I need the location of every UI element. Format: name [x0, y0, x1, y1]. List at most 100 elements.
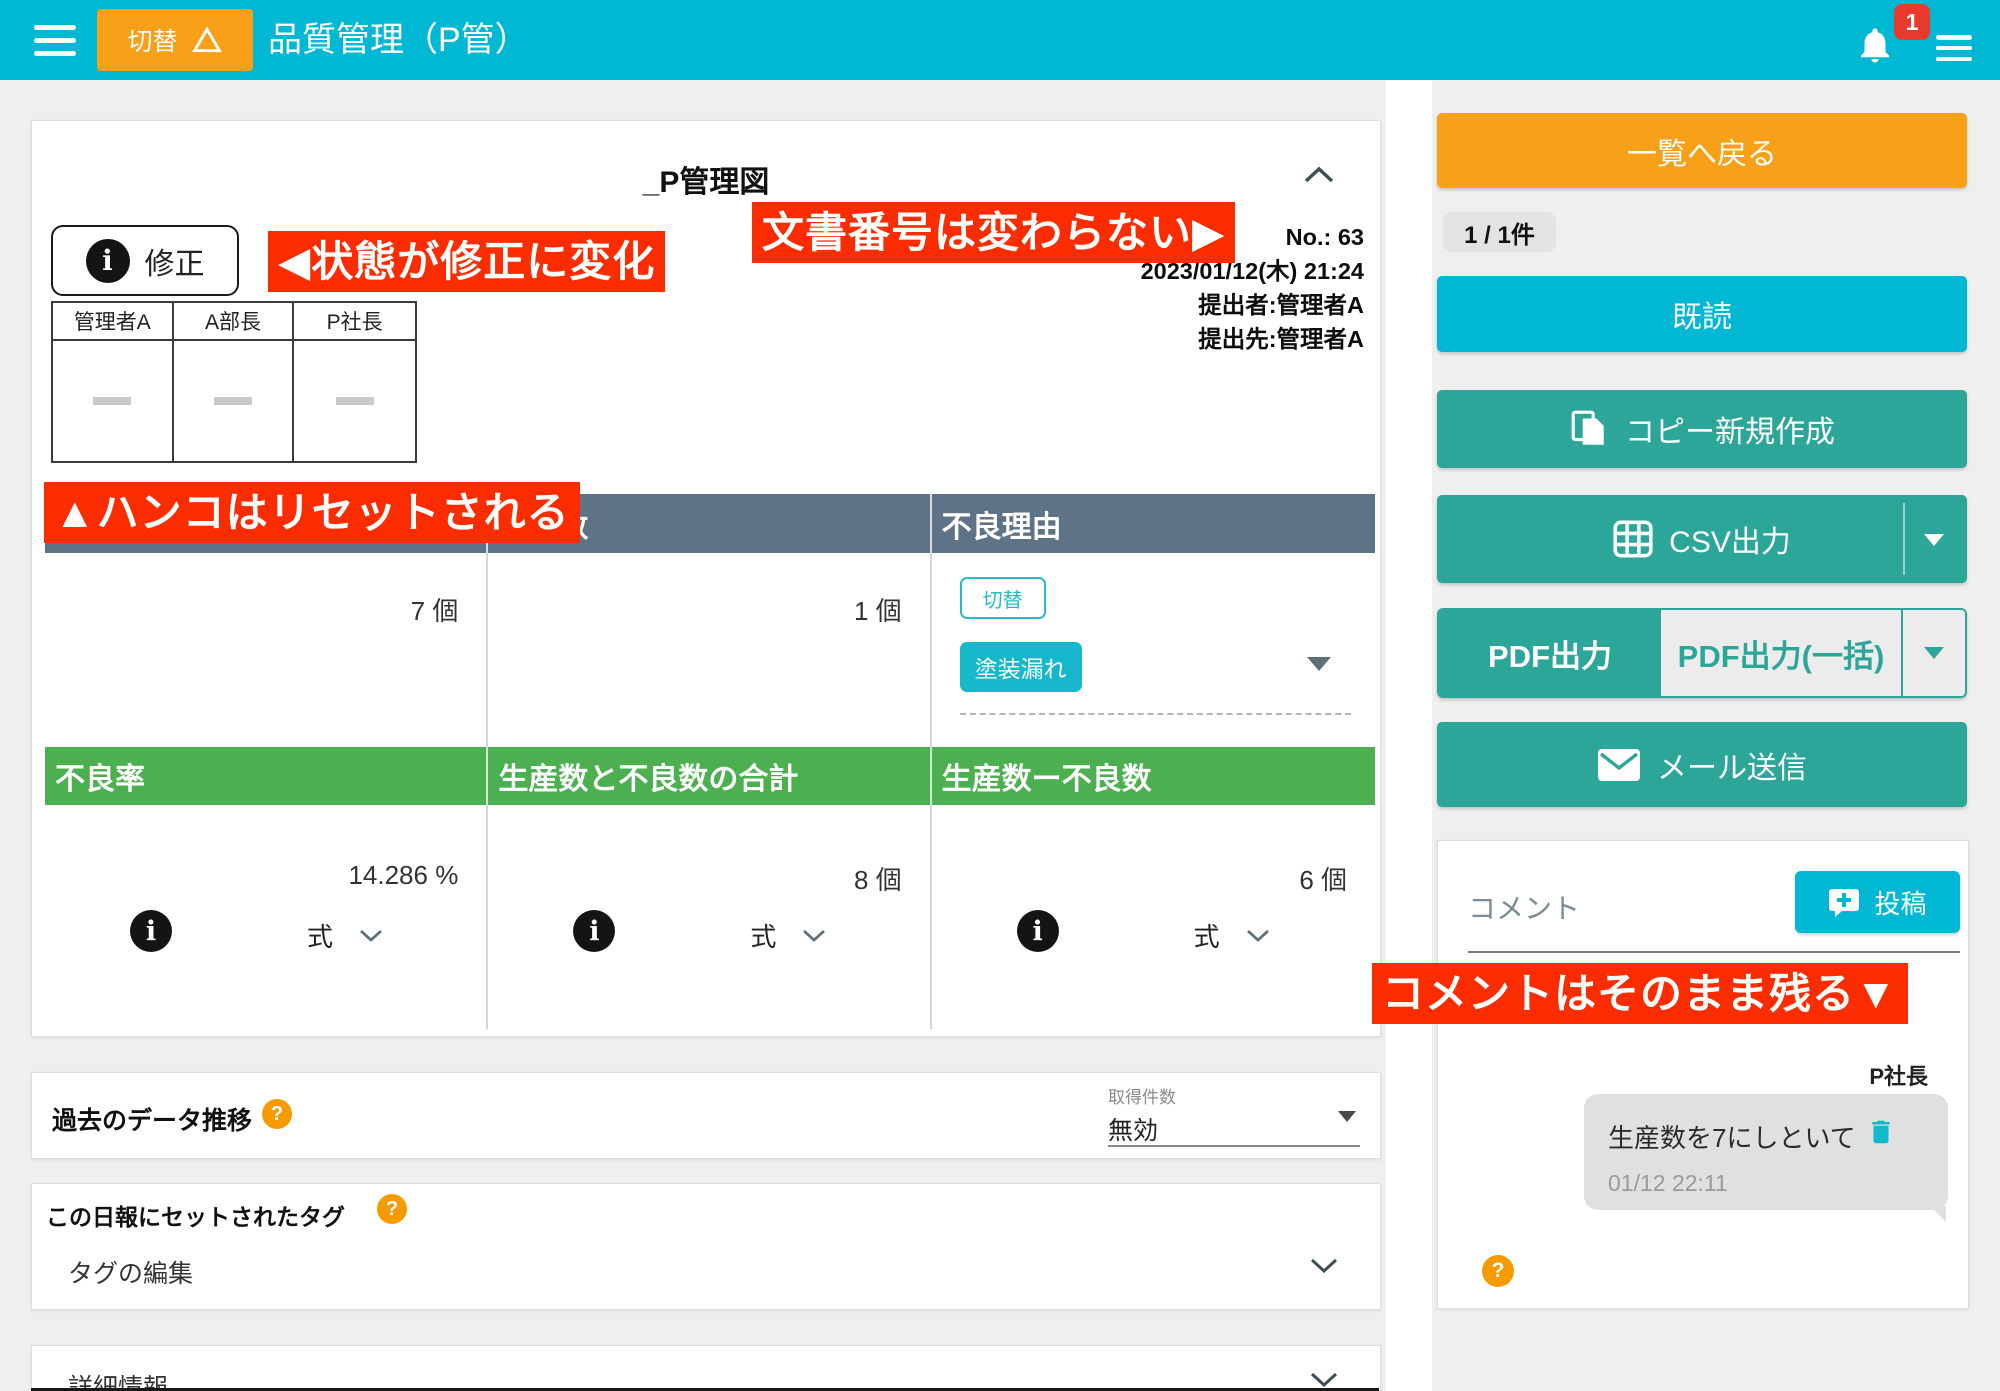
tags-title: この日報にセットされたタグ: [46, 1198, 345, 1232]
mark-read-label: 既読: [1672, 292, 1732, 336]
col-header-rate: 不良率: [45, 747, 488, 805]
pager-badge: 1 / 1件: [1443, 212, 1556, 252]
csv-dropdown-caret-icon[interactable]: [1924, 534, 1944, 546]
defect-value-cell: 1 個: [488, 553, 931, 741]
formula-label: 式: [750, 917, 776, 954]
csv-export-button[interactable]: CSV出力: [1437, 495, 1967, 583]
mode-switch-button[interactable]: 切替: [97, 9, 253, 71]
reason-select-underline[interactable]: [960, 713, 1351, 715]
stamp-table: 管理者A A部長 P社長: [51, 301, 417, 463]
app-root: 切替 品質管理（P管） 1 _P管理図 i 修正 No.: 63 2023/01…: [0, 0, 2000, 1391]
history-help-icon[interactable]: ?: [262, 1099, 292, 1129]
rate-info-icon[interactable]: i: [130, 910, 172, 952]
sum-formula-toggle[interactable]: 式: [750, 917, 826, 954]
col-header-diff: 生産数ー不良数: [932, 747, 1375, 805]
warning-triangle-icon: [191, 25, 223, 55]
send-mail-button[interactable]: メール送信: [1437, 722, 1967, 807]
history-count-select[interactable]: 取得件数 無効: [1108, 1079, 1360, 1147]
pdf-dropdown-caret-icon: [1924, 647, 1944, 659]
history-title: 過去のデータ推移: [52, 1101, 252, 1137]
chevron-down-icon: [1246, 929, 1270, 942]
send-mail-label: メール送信: [1657, 743, 1807, 787]
mark-read-button[interactable]: 既読: [1437, 276, 1967, 352]
reason-tag-chip[interactable]: 塗装漏れ: [960, 642, 1082, 692]
diff-info-icon[interactable]: i: [1017, 910, 1059, 952]
copy-create-button[interactable]: コピー新規作成: [1437, 390, 1967, 468]
chevron-down-icon: [1310, 1372, 1338, 1388]
add-comment-icon: [1828, 887, 1860, 917]
reason-cell: 切替 塗装漏れ: [932, 553, 1375, 741]
history-card: 過去のデータ推移 ? 取得件数 無効: [31, 1072, 1381, 1159]
comment-input[interactable]: コメント: [1468, 887, 1580, 927]
reason-select-caret-icon[interactable]: [1307, 657, 1331, 671]
diff-formula-toggle[interactable]: 式: [1194, 917, 1270, 954]
mail-icon: [1597, 748, 1641, 782]
chevron-down-icon: [1310, 1258, 1338, 1274]
annotation-stamp-reset: ▲ハンコはリセットされる: [44, 482, 580, 543]
history-select-caret-icon: [1338, 1111, 1356, 1122]
csv-split-divider: [1903, 503, 1905, 575]
stamp-cell-empty: [294, 341, 415, 461]
comment-post-label: 投稿: [1874, 884, 1926, 921]
doc-submitter: 提出者:管理者A: [1141, 288, 1364, 322]
app-header: 切替 品質管理（P管） 1: [0, 0, 2000, 80]
doc-recipient: 提出先:管理者A: [1141, 322, 1364, 356]
col-header-sum: 生産数と不良数の合計: [488, 747, 931, 805]
reason-switch-button[interactable]: 切替: [960, 577, 1046, 619]
tags-help-icon[interactable]: ?: [377, 1194, 407, 1224]
notification-count-badge: 1: [1894, 4, 1930, 40]
formula-label: 式: [307, 917, 333, 954]
collapse-chevron-up-icon[interactable]: [1302, 165, 1336, 185]
comment-text: 生産数を7にしといて: [1608, 1118, 1856, 1155]
table-grid-icon: [1613, 520, 1653, 558]
stamp-header: A部長: [174, 303, 295, 341]
rate-formula-toggle[interactable]: 式: [307, 917, 383, 954]
comment-author: P社長: [1869, 1059, 1928, 1091]
annotation-status-change: ◀状態が修正に変化: [268, 231, 665, 292]
rate-cell: 14.286 % i 式: [45, 805, 488, 1029]
nav-hamburger-icon[interactable]: [34, 25, 76, 56]
annotation-comment-kept: コメントはそのまま残る▼: [1372, 963, 1908, 1024]
chevron-down-icon: [359, 929, 383, 942]
pdf-batch-export-button[interactable]: PDF出力(一括): [1661, 610, 1901, 696]
tags-card: この日報にセットされたタグ ? タグの編集: [31, 1183, 1381, 1310]
status-fix-button[interactable]: i 修正: [51, 225, 239, 296]
production-value-cell: 7 個: [45, 553, 488, 741]
pdf-dropdown-button[interactable]: [1901, 610, 1965, 696]
tags-edit-row[interactable]: タグの編集: [32, 1246, 1380, 1296]
sum-cell: 8 個 i 式: [488, 805, 931, 1029]
status-info-icon: i: [86, 239, 130, 283]
pdf-button-group: PDF出力 PDF出力(一括): [1437, 608, 1967, 698]
diff-cell: 6 個 i 式: [932, 805, 1375, 1029]
annotation-doc-number: 文書番号は変わらない▶: [752, 202, 1235, 263]
comment-help-icon[interactable]: ?: [1482, 1255, 1514, 1287]
mode-switch-label: 切替: [127, 22, 177, 58]
diff-value: 6 個: [1299, 860, 1347, 897]
back-to-list-button[interactable]: 一覧へ戻る: [1437, 113, 1967, 188]
history-count-label: 取得件数: [1108, 1079, 1360, 1108]
page-title: 品質管理（P管）: [268, 0, 529, 80]
tags-edit-label: タグの編集: [68, 1254, 193, 1290]
sum-value: 8 個: [854, 860, 902, 897]
formula-label: 式: [1194, 917, 1220, 954]
rate-value: 14.286 %: [348, 860, 458, 891]
notification-bell-icon[interactable]: [1854, 24, 1896, 66]
comment-post-button[interactable]: 投稿: [1795, 871, 1960, 933]
comment-bubble-tail: [1930, 1206, 1946, 1222]
content-gutter: [1386, 80, 1432, 1391]
copy-icon: [1569, 409, 1609, 449]
back-to-list-label: 一覧へ戻る: [1627, 129, 1777, 173]
comment-timestamp: 01/12 22:11: [1608, 1170, 1728, 1197]
status-fix-label: 修正: [145, 239, 205, 283]
comment-input-underline: [1468, 951, 1960, 953]
chevron-down-icon: [802, 929, 826, 942]
comment-panel: コメント 投稿 P社長 生産数を7にしといて 01/12 22:11 ?: [1437, 840, 1969, 1309]
sum-info-icon[interactable]: i: [573, 910, 615, 952]
history-count-value: 無効: [1108, 1111, 1360, 1147]
comment-bubble: 生産数を7にしといて 01/12 22:11: [1584, 1094, 1948, 1210]
overflow-menu-icon[interactable]: [1936, 35, 1972, 61]
pdf-export-button[interactable]: PDF出力: [1439, 610, 1661, 696]
details-card[interactable]: 詳細情報: [31, 1345, 1381, 1391]
delete-comment-icon[interactable]: [1866, 1116, 1896, 1148]
stamp-cell-empty: [174, 341, 295, 461]
